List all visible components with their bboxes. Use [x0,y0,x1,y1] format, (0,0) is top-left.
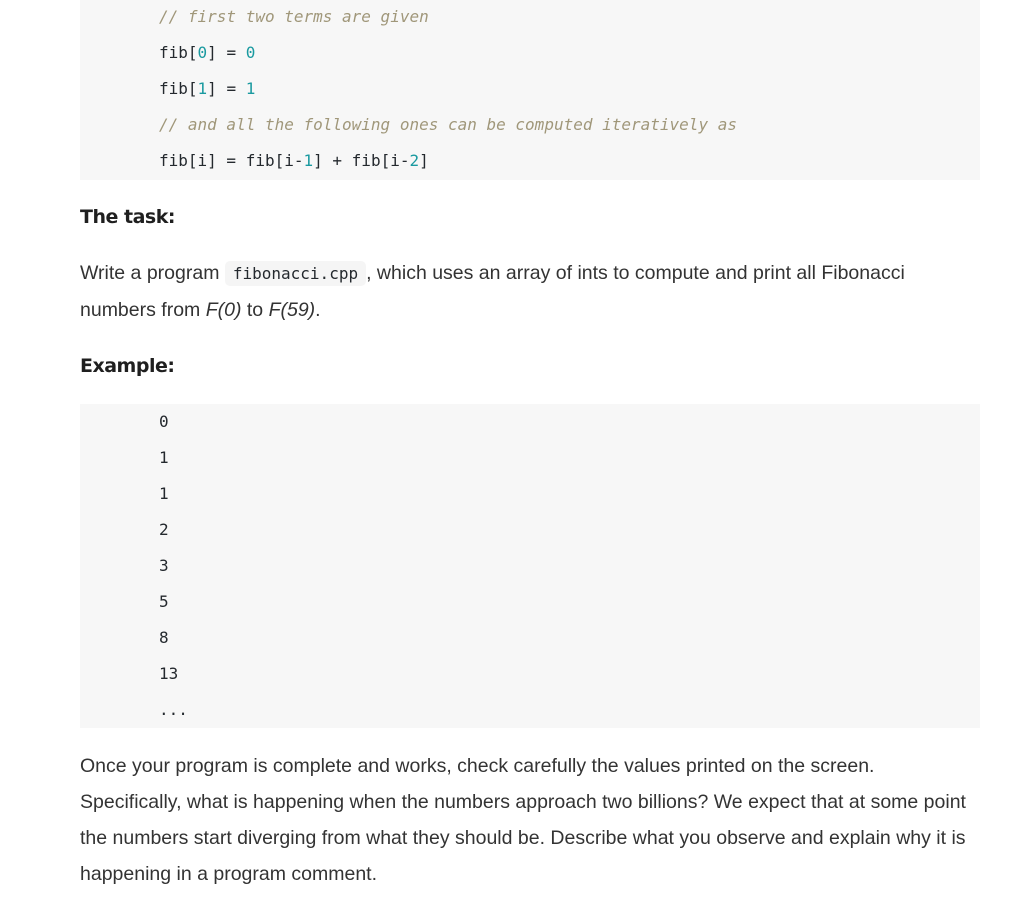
output-line: 5 [159,592,169,611]
code-block-example-output: 0 1 1 2 3 5 8 13 ... [80,404,980,728]
task-paragraph: Write a program fibonacci.cpp, which use… [80,255,980,328]
code-number: 0 [245,43,256,62]
code-token: fib[ [159,79,198,98]
code-token: fib[ [159,43,198,62]
code-comment-line: // and all the following ones can be com… [159,115,737,135]
inline-code-filename: fibonacci.cpp [224,261,367,286]
code-line-recurrence: fib[i] = fib[i-1] + fib[i-2] [159,151,429,171]
code-number: 1 [197,79,208,98]
code-block-fibonacci-definition: // first two terms are given fib[0] = 0 … [80,0,980,180]
code-token: fib[i] = fib[i- [159,151,304,170]
output-line: 1 [159,448,169,467]
code-number: 1 [245,79,256,98]
code-comment-line: // first two terms are given [159,7,429,27]
task-text: . [315,299,321,321]
math-f0: F(0) [205,299,242,321]
code-number: 1 [303,151,314,170]
code-token: ] + fib[i- [313,151,410,170]
output-line: 8 [159,628,169,647]
output-line: 13 [159,664,179,683]
code-line-fib0: fib[0] = 0 [159,43,255,63]
code-token: ] = [207,79,246,98]
code-line-fib1: fib[1] = 1 [159,79,255,99]
output-ellipsis: ... [159,700,188,719]
example-heading: Example: [80,355,175,377]
math-f59: F(59) [268,299,316,321]
final-paragraph: Once your program is complete and works,… [80,755,966,885]
output-line: 1 [159,484,169,503]
code-number: 2 [409,151,420,170]
code-number: 0 [197,43,208,62]
output-line: 2 [159,520,169,539]
code-token: ] = [207,43,246,62]
task-text: to [241,299,269,321]
output-line: 3 [159,556,169,575]
task-text: Write a program [80,262,225,284]
task-heading: The task: [80,206,175,228]
code-token: ] [419,151,429,170]
code-comment: // first two terms are given [159,7,429,26]
code-comment: // and all the following ones can be com… [159,115,737,134]
output-line: 0 [159,412,169,431]
